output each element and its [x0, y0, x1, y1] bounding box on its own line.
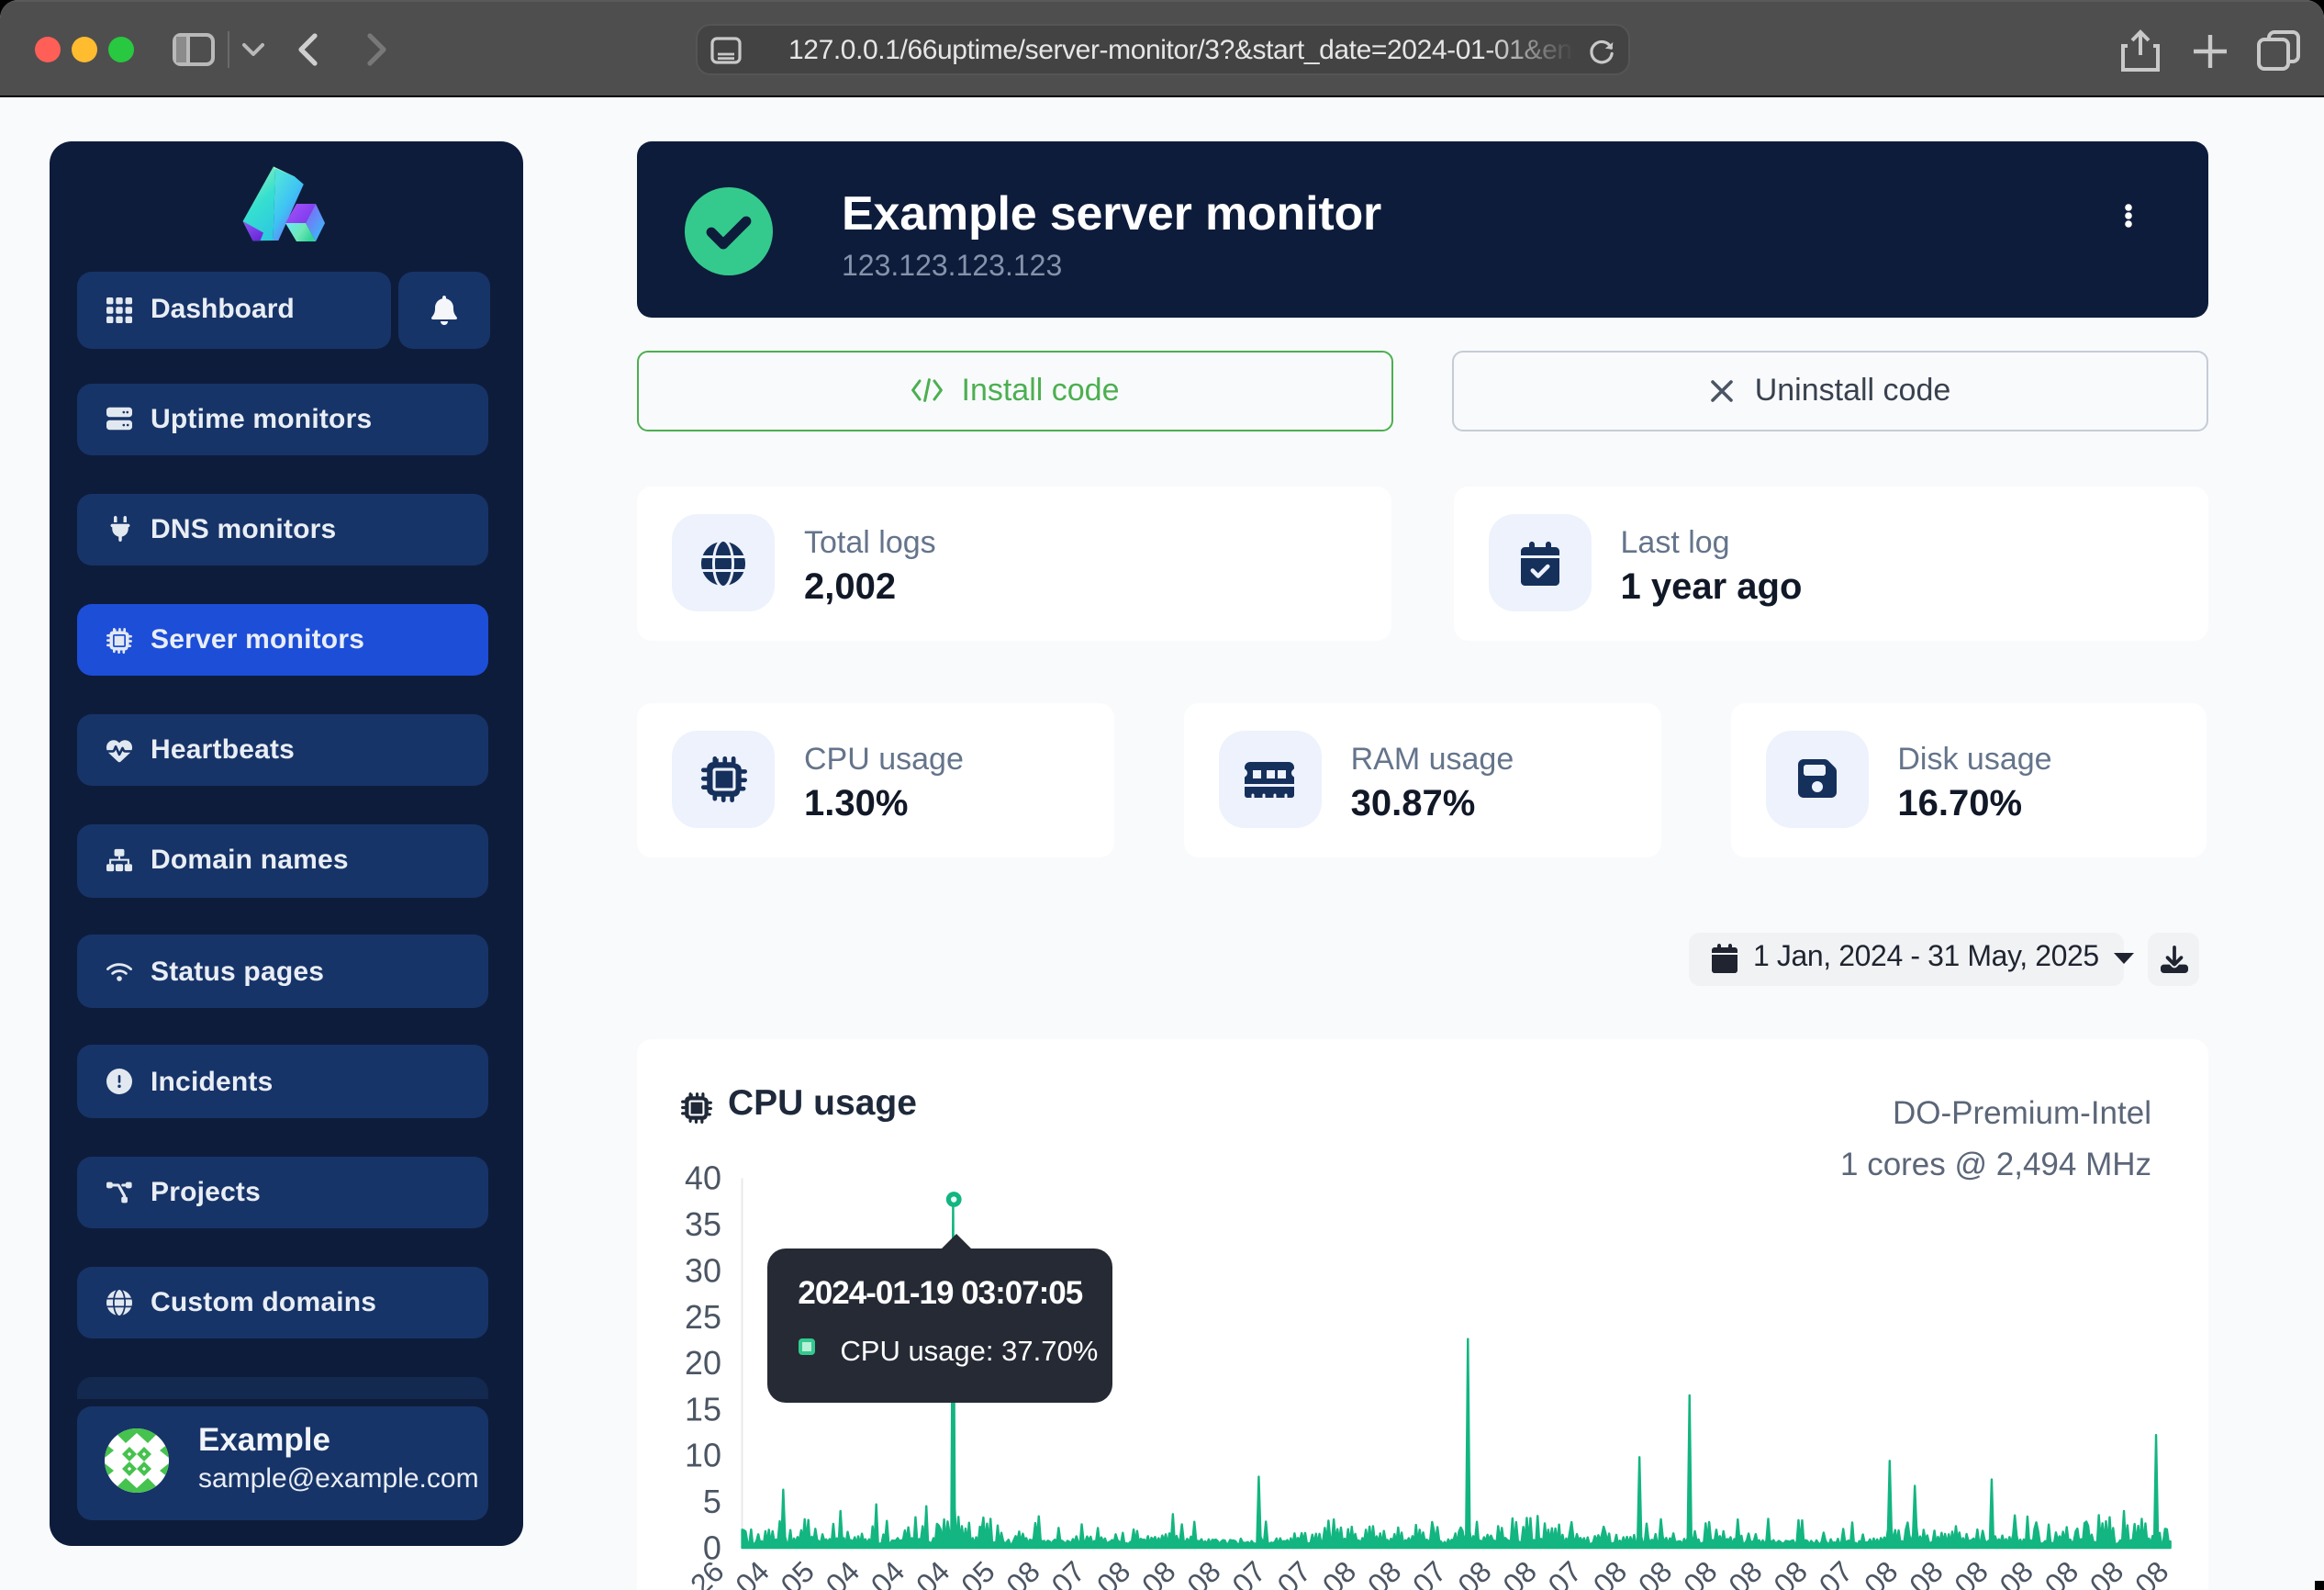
svg-text:04: 04 — [865, 1555, 911, 1590]
svg-text:08: 08 — [1135, 1555, 1182, 1590]
svg-text:10: 10 — [685, 1437, 721, 1474]
svg-text:07: 07 — [1225, 1555, 1272, 1590]
svg-text:35: 35 — [685, 1205, 721, 1243]
svg-text:08: 08 — [1722, 1555, 1769, 1590]
svg-text:08: 08 — [1090, 1555, 1137, 1590]
svg-text:08: 08 — [1903, 1555, 1950, 1590]
svg-text:08: 08 — [1858, 1555, 1905, 1590]
svg-text:08: 08 — [2084, 1555, 2130, 1590]
svg-text:08: 08 — [1451, 1555, 1498, 1590]
svg-text:08: 08 — [1767, 1555, 1814, 1590]
svg-text:08: 08 — [1361, 1555, 1408, 1590]
svg-text:26: 26 — [684, 1555, 731, 1590]
svg-text:20: 20 — [685, 1344, 721, 1382]
svg-text:5: 5 — [703, 1483, 721, 1520]
svg-text:08: 08 — [1180, 1555, 1227, 1590]
svg-text:08: 08 — [1496, 1555, 1543, 1590]
svg-text:07: 07 — [1271, 1555, 1318, 1590]
svg-text:08: 08 — [2128, 1555, 2175, 1590]
svg-text:08: 08 — [1000, 1555, 1046, 1590]
svg-text:25: 25 — [685, 1298, 721, 1336]
svg-text:08: 08 — [1948, 1555, 1994, 1590]
svg-text:08: 08 — [1587, 1555, 1634, 1590]
svg-text:07: 07 — [1813, 1555, 1860, 1590]
svg-text:30: 30 — [685, 1251, 721, 1289]
svg-text:08: 08 — [1316, 1555, 1363, 1590]
svg-text:04: 04 — [910, 1555, 956, 1590]
svg-text:07: 07 — [1406, 1555, 1453, 1590]
svg-text:05: 05 — [955, 1555, 1001, 1590]
svg-text:40: 40 — [685, 1159, 721, 1197]
svg-text:07: 07 — [1542, 1555, 1589, 1590]
svg-text:08: 08 — [1993, 1555, 2039, 1590]
svg-text:04: 04 — [820, 1555, 866, 1590]
svg-text:04: 04 — [729, 1555, 776, 1590]
svg-text:07: 07 — [1045, 1555, 1091, 1590]
svg-text:08: 08 — [1677, 1555, 1724, 1590]
svg-text:08: 08 — [1632, 1555, 1679, 1590]
svg-text:08: 08 — [2039, 1555, 2085, 1590]
svg-text:05: 05 — [774, 1555, 821, 1590]
svg-text:15: 15 — [685, 1390, 721, 1428]
